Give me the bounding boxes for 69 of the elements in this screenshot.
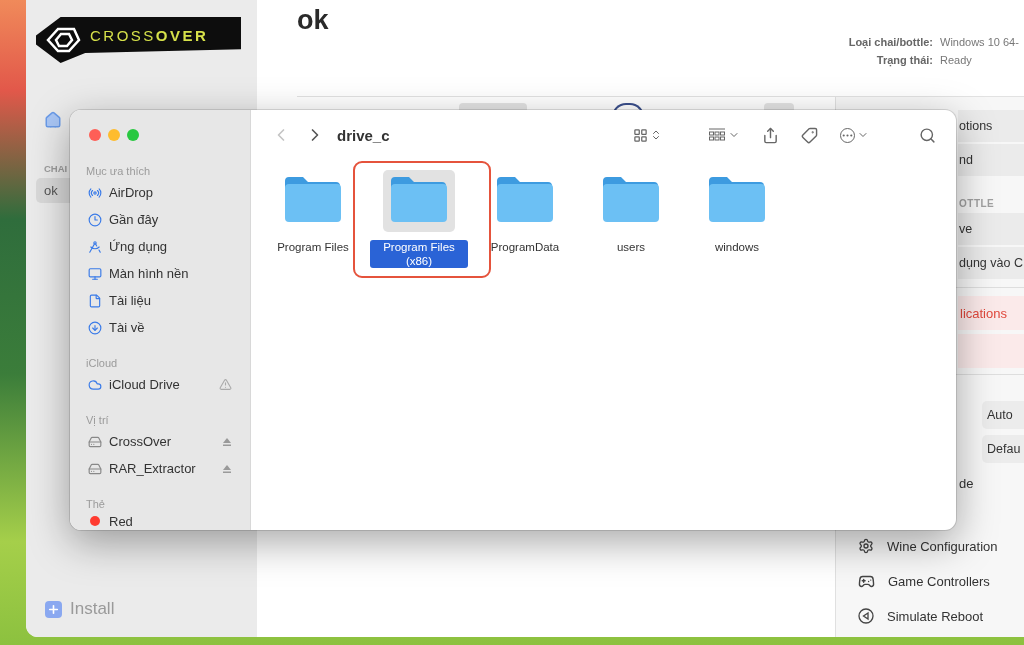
sidebar-item[interactable]: Red <box>109 513 232 529</box>
drive-icon <box>88 461 102 476</box>
sidebar-item[interactable]: RAR_Extractor <box>109 461 215 476</box>
action-row[interactable]: dụng vào C <box>958 247 1024 279</box>
up-down-chevron-icon <box>650 129 662 141</box>
grid-rows-icon <box>708 128 726 142</box>
danger-action-row[interactable]: lications <box>958 296 1024 330</box>
file-name[interactable]: ProgramData <box>487 240 563 254</box>
clock-icon <box>88 212 102 227</box>
section-header: CHAI <box>44 163 68 174</box>
document-icon <box>88 293 102 308</box>
home-icon[interactable] <box>44 111 62 129</box>
monitor-icon <box>88 266 102 281</box>
settings-icon <box>858 538 874 554</box>
warning-icon <box>219 378 232 391</box>
zoom-button[interactable] <box>127 129 139 141</box>
folder-icon <box>602 175 660 223</box>
folder-icon <box>284 175 342 223</box>
action-row[interactable]: ve <box>958 213 1024 245</box>
grid-icon <box>633 127 648 143</box>
file-name[interactable]: Program Files <box>274 240 352 254</box>
plus-icon <box>45 600 62 618</box>
sidebar-item[interactable]: Màn hình nền <box>109 266 232 281</box>
tool-link[interactable]: Wine Configuration <box>887 538 998 554</box>
danger-action-row[interactable] <box>958 334 1024 368</box>
back-circle-icon <box>858 608 874 624</box>
sidebar-item[interactable]: iCloud Drive <box>109 377 212 392</box>
sidebar-section-header: Mục ưa thích <box>86 164 152 179</box>
sidebar-item[interactable]: Gần đây <box>109 212 232 227</box>
sidebar-item[interactable]: CrossOver <box>109 434 215 449</box>
app-logo: CROSSOVER <box>36 17 241 63</box>
tool-link[interactable]: Game Controllers <box>888 573 990 589</box>
sidebar-item[interactable]: Tài liệu <box>109 293 232 308</box>
eject-icon[interactable] <box>222 436 232 447</box>
sidebar-item[interactable]: Tài về <box>109 320 232 335</box>
cube-logo-icon <box>44 25 82 55</box>
radio-waves-icon <box>88 185 102 200</box>
file-name[interactable]: users <box>613 240 649 254</box>
file-name[interactable]: windows <box>711 240 763 254</box>
eject-icon[interactable] <box>222 463 232 474</box>
compass-icon <box>88 239 102 254</box>
info-label: Loại chai/bottle: <box>848 36 933 48</box>
bottle-title: ok <box>297 5 329 37</box>
drive-icon <box>88 434 102 449</box>
select-field[interactable]: Defau <box>982 435 1024 463</box>
sidebar-section-header: Thẻ <box>86 497 106 512</box>
sidebar-section-header: iCloud <box>86 356 119 371</box>
info-value: Ready <box>940 54 973 66</box>
section-header: OTTLE <box>959 197 995 209</box>
info-value: Windows 10 64- <box>940 36 1020 48</box>
action-row[interactable]: nd <box>958 144 1024 176</box>
folder-path-title: drive_c <box>337 126 391 144</box>
close-button[interactable] <box>89 129 101 141</box>
bottle-item[interactable]: ok <box>36 178 70 203</box>
cloud-icon <box>88 377 102 392</box>
info-label: Trạng thái: <box>875 54 933 66</box>
setting-label: de <box>959 475 974 491</box>
sidebar-item[interactable]: AirDrop <box>109 185 232 200</box>
sidebar-section-header: Vị trí <box>86 413 110 428</box>
file-name[interactable]: Program Files (x86) <box>370 240 468 268</box>
folder-icon <box>390 175 448 223</box>
action-row[interactable]: otions <box>958 110 1024 142</box>
minimize-button[interactable] <box>108 129 120 141</box>
tool-link[interactable]: Simulate Reboot <box>887 608 984 624</box>
download-icon <box>88 320 102 335</box>
folder-icon <box>496 175 554 223</box>
folder-icon <box>708 175 766 223</box>
sidebar-item[interactable]: Ứng dụng <box>109 239 232 254</box>
select-field[interactable]: Auto <box>982 401 1024 429</box>
